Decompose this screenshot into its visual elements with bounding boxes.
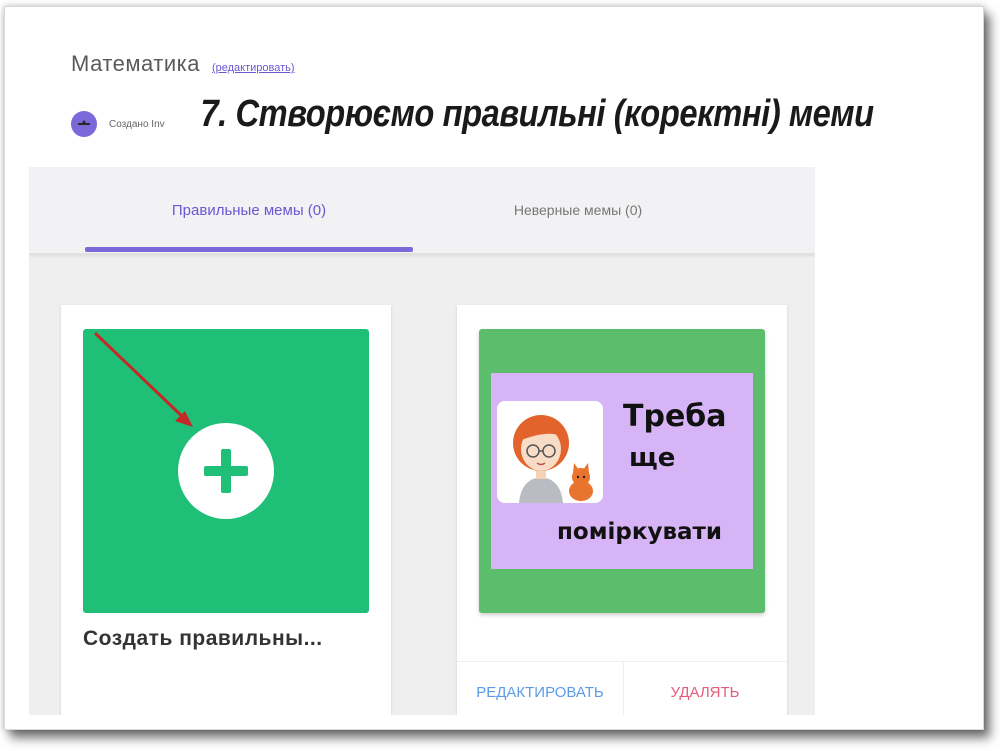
- create-meme-label: Создать правильны...: [83, 627, 323, 650]
- meme-text-line3: поміркувати: [557, 519, 722, 545]
- tab-correct-memes[interactable]: Правильные мемы (0): [85, 167, 413, 253]
- avatar: [71, 111, 97, 137]
- meme-card: Треба ще поміркувати РЕДАКТИРОВАТЬ УДАЛЯ…: [457, 305, 787, 715]
- red-arrow-annotation: [93, 331, 193, 427]
- delete-meme-button[interactable]: УДАЛЯТЬ: [623, 684, 787, 701]
- create-meme-card: Создать правильны...: [61, 305, 391, 715]
- creator-row: Создано Inv: [71, 111, 165, 137]
- meme-image: Треба ще поміркувати: [491, 373, 753, 569]
- set-header: Математика (редактировать): [71, 51, 295, 77]
- edit-meme-button[interactable]: РЕДАКТИРОВАТЬ: [457, 684, 623, 701]
- set-title: Математика: [71, 51, 200, 76]
- create-meme-button[interactable]: [83, 329, 369, 613]
- creator-text: Создано Inv: [109, 118, 165, 130]
- girl-with-cat-illustration: [497, 401, 603, 503]
- screenshot-frame: Математика (редактировать) Создано Inv 7…: [4, 6, 984, 730]
- meme-text-line2: ще: [629, 443, 676, 473]
- meme-text-line1: Треба: [623, 399, 727, 434]
- active-tab-indicator: [85, 247, 413, 252]
- meme-preview[interactable]: Треба ще поміркувати: [479, 329, 765, 613]
- avatar-icon: [78, 120, 90, 125]
- tab-incorrect-memes[interactable]: Неверные мемы (0): [437, 167, 719, 253]
- meme-card-actions: РЕДАКТИРОВАТЬ УДАЛЯТЬ: [457, 661, 787, 715]
- memes-panel: Правильные мемы (0) Неверные мемы (0) Со…: [29, 167, 815, 715]
- tab-bar: Правильные мемы (0) Неверные мемы (0): [29, 167, 815, 254]
- slide-heading: 7. Створюємо правильні (коректні) меми: [197, 93, 878, 136]
- edit-set-link[interactable]: (редактировать): [212, 62, 295, 74]
